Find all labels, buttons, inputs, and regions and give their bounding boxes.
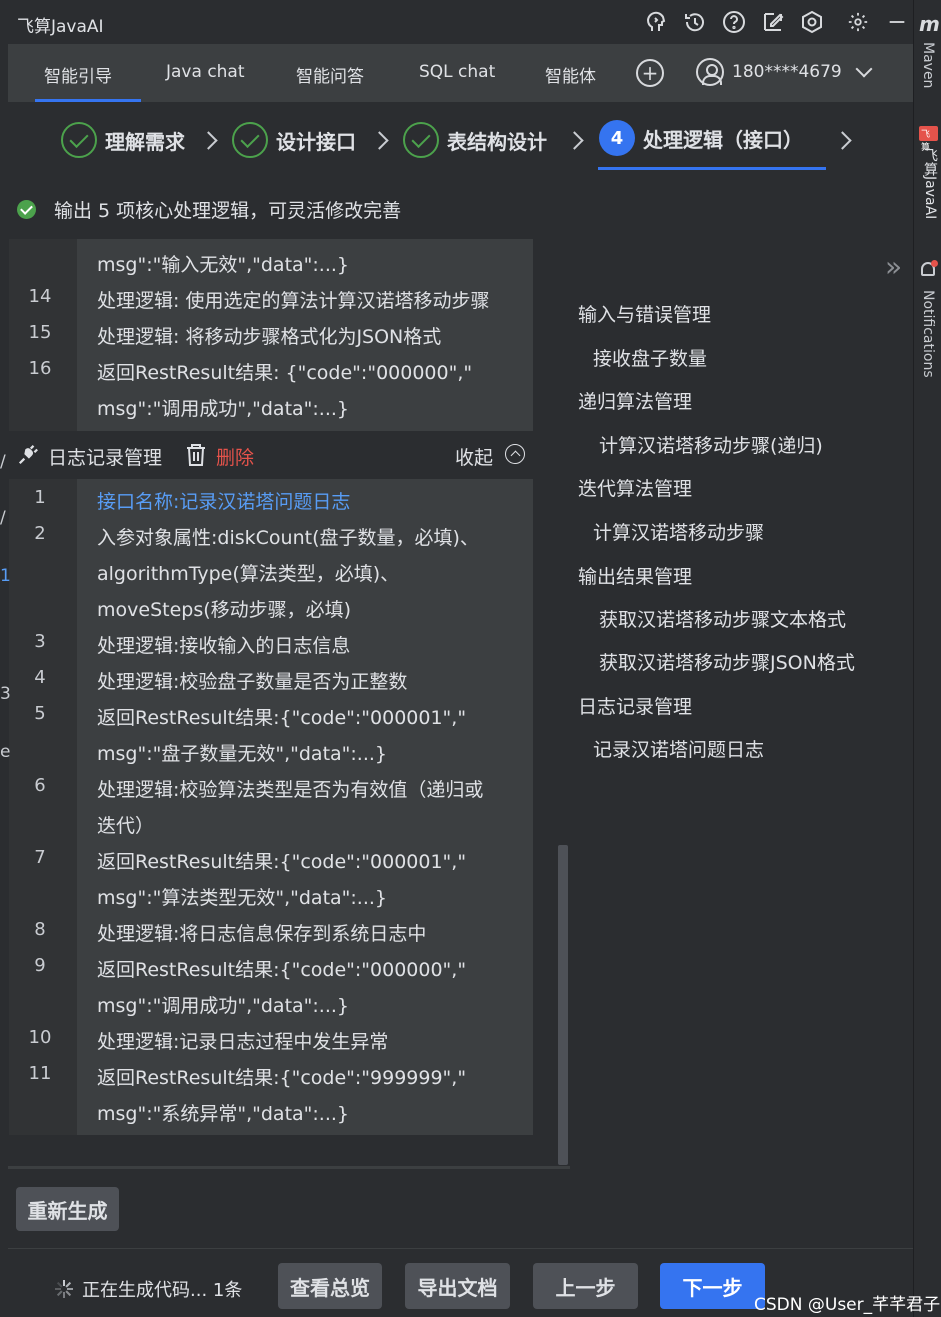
left-edge-text: 1	[0, 566, 11, 586]
progress-text: 正在生成代码... 1条	[82, 1280, 243, 1301]
outline-item[interactable]: 接收盘子数量	[593, 344, 707, 371]
tab-sql-chat[interactable]: SQL chat	[419, 62, 495, 82]
notifications-tab[interactable]: Notifications	[920, 290, 936, 378]
delete-button[interactable]: 删除	[216, 443, 254, 470]
history-icon[interactable]	[679, 6, 711, 38]
outline-item[interactable]: 获取汉诺塔移动步骤文本格式	[599, 605, 846, 632]
status-message: 输出 5 项核心处理逻辑，可灵活修改完善	[17, 196, 401, 223]
feisuan-tab[interactable]: 飞算JavaAI	[920, 148, 940, 219]
title-bar: 飞算JavaAI	[0, 0, 913, 44]
left-edge-text: e	[0, 742, 11, 762]
edit-icon[interactable]	[757, 6, 789, 38]
step-design-interface[interactable]: 设计接口	[232, 122, 356, 158]
title-toolbar	[633, 6, 913, 38]
outline-item[interactable]: 输出结果管理	[578, 562, 692, 589]
tab-agent[interactable]: 智能体	[545, 62, 596, 87]
collapse-up-icon[interactable]	[505, 444, 525, 464]
help-icon[interactable]	[718, 6, 750, 38]
success-icon	[17, 200, 36, 219]
status-text: 输出 5 项核心处理逻辑，可灵活修改完善	[54, 200, 402, 222]
step-number: 4	[599, 120, 635, 156]
chevron-down-icon	[855, 60, 873, 78]
divider	[8, 1248, 913, 1249]
chevron-right-icon	[199, 131, 218, 150]
previous-step-button[interactable]: 上一步	[533, 1263, 638, 1309]
check-circle-icon	[232, 122, 268, 158]
outline-item[interactable]: 记录汉诺塔问题日志	[593, 735, 764, 762]
section-header: 日志记录管理 删除 收起	[8, 432, 534, 478]
check-circle-icon	[61, 122, 97, 158]
left-edge-text: /	[0, 452, 6, 472]
section-title: 日志记录管理	[48, 447, 163, 469]
watermark: CSDN @User_芊芊君子	[754, 1295, 941, 1315]
check-circle-icon	[403, 122, 439, 158]
step-label: 理解需求	[105, 129, 185, 154]
step-label: 处理逻辑（接口）	[643, 127, 803, 152]
feisuan-logo-icon: 飞算	[919, 126, 938, 153]
trash-icon[interactable]	[185, 443, 207, 467]
left-edge-text: /	[0, 508, 6, 528]
outline-item[interactable]: 计算汉诺塔移动步骤(递归)	[599, 431, 823, 458]
step-table-design[interactable]: 表结构设计	[403, 122, 547, 158]
step-label: 设计接口	[276, 129, 356, 154]
vertical-scrollbar[interactable]	[558, 845, 568, 1165]
next-step-button[interactable]: 下一步	[660, 1263, 765, 1309]
left-edge-text: 3	[0, 684, 11, 704]
outline-item[interactable]: 日志记录管理	[578, 692, 692, 719]
ai-brain-icon[interactable]	[640, 6, 672, 38]
collapse-button[interactable]: 收起	[455, 443, 493, 470]
code-panel-log[interactable]: 1 接口名称:记录汉诺塔问题日志 2 入参对象属性:diskCount(盘子数量，必…	[8, 478, 534, 1136]
gear-icon[interactable]	[842, 6, 874, 38]
right-tool-strip: m Maven 飞算 飞算JavaAI Notifications	[913, 0, 941, 1317]
user-menu[interactable]: 180****4679	[696, 58, 873, 86]
tab-smart-qa[interactable]: 智能问答	[296, 62, 364, 87]
chevron-right-icon	[370, 131, 389, 150]
step-understand[interactable]: 理解需求	[61, 122, 185, 158]
tab-java-chat[interactable]: Java chat	[166, 62, 245, 82]
divider	[8, 1166, 570, 1169]
stepper: 理解需求 设计接口 表结构设计 4 处理逻辑（接口）	[0, 108, 913, 178]
minimize-icon[interactable]	[881, 6, 913, 38]
code-panel-previous: msg":"输入无效","data":...} 14 处理逻辑: 使用选定的算法计…	[8, 238, 534, 432]
outline-item[interactable]: 输入与错误管理	[578, 300, 711, 327]
user-avatar-icon	[696, 58, 724, 86]
collapse-panel-icon[interactable]: »	[885, 250, 902, 283]
regenerate-button[interactable]: 重新生成	[16, 1187, 119, 1231]
chevron-right-icon	[565, 131, 584, 150]
app-title: 飞算JavaAI	[17, 17, 104, 37]
step-processing-logic[interactable]: 4 处理逻辑（接口）	[599, 120, 803, 156]
plus-icon: +	[641, 61, 659, 85]
settings-hex-icon[interactable]	[796, 6, 828, 38]
spinner-icon	[54, 1279, 74, 1299]
tab-smart-guide[interactable]: 智能引导	[44, 62, 112, 87]
notification-badge	[931, 260, 938, 267]
plug-icon	[18, 445, 38, 465]
outline-item[interactable]: 获取汉诺塔移动步骤JSON格式	[599, 648, 855, 675]
maven-tab[interactable]: Maven	[920, 42, 936, 88]
tab-bar: 智能引导 Java chat 智能问答 SQL chat 智能体 + 180**…	[8, 44, 913, 102]
active-tab-indicator	[35, 99, 141, 102]
add-tab-button[interactable]: +	[636, 59, 664, 87]
user-phone: 180****4679	[732, 62, 842, 82]
view-overview-button[interactable]: 查看总览	[278, 1263, 382, 1309]
outline-item[interactable]: 计算汉诺塔移动步骤	[593, 518, 764, 545]
export-doc-button[interactable]: 导出文档	[405, 1263, 510, 1309]
outline-item[interactable]: 递归算法管理	[578, 387, 692, 414]
active-step-indicator	[598, 167, 826, 170]
step-label: 表结构设计	[447, 129, 547, 154]
outline-item[interactable]: 迭代算法管理	[578, 474, 692, 501]
generation-progress: 正在生成代码... 1条	[54, 1276, 242, 1302]
maven-icon[interactable]: m	[919, 12, 940, 36]
chevron-right-icon[interactable]	[833, 131, 852, 150]
